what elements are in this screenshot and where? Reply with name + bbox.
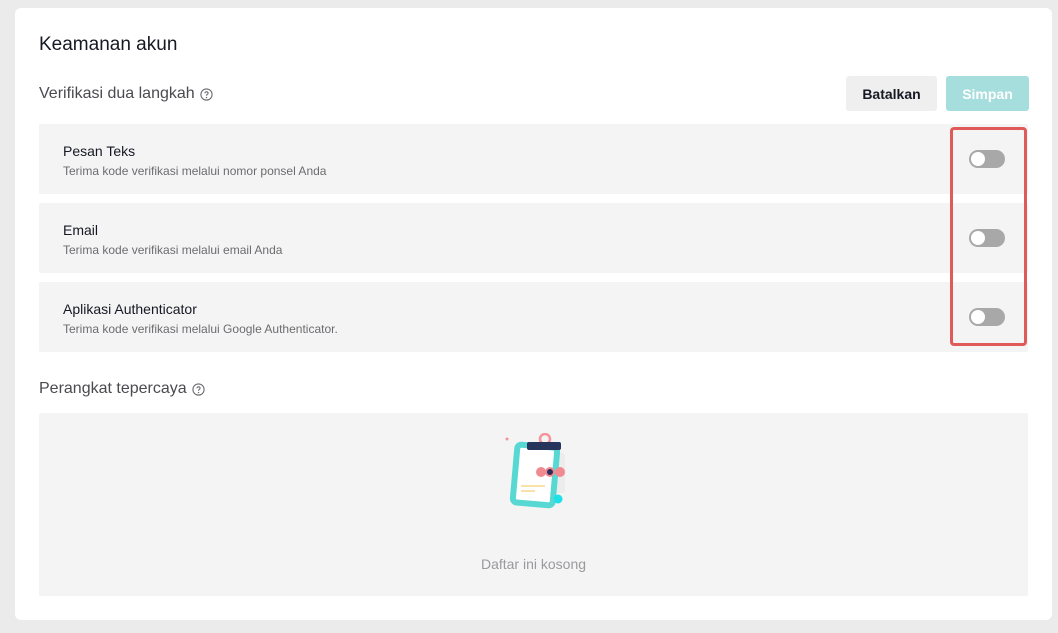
option-row-email: Email Terima kode verifikasi melalui ema… [39,203,1028,273]
two-step-verification-heading: Verifikasi dua langkah [39,85,213,103]
email-toggle[interactable] [969,229,1005,247]
text-message-toggle[interactable] [969,150,1005,168]
empty-clipboard-illustration [494,432,574,518]
question-circle-icon[interactable] [192,382,205,396]
two-step-verification-label: Verifikasi dua langkah [39,85,195,102]
option-title: Pesan Teks [63,143,136,159]
option-description: Terima kode verifikasi melalui Google Au… [63,322,338,336]
empty-state-text: Daftar ini kosong [480,556,587,572]
option-title: Email [63,222,99,238]
save-button[interactable]: Simpan [946,76,1029,111]
cancel-button[interactable]: Batalkan [846,76,937,111]
option-row-text-message: Pesan Teks Terima kode verifikasi melalu… [39,124,1028,194]
toggle-knob [971,152,985,166]
option-title: Aplikasi Authenticator [63,301,197,317]
option-description: Terima kode verifikasi melalui nomor pon… [63,164,327,178]
question-circle-icon[interactable] [200,87,213,101]
account-security-card: Keamanan akun Verifikasi dua langkah Bat… [15,8,1052,620]
option-row-authenticator: Aplikasi Authenticator Terima kode verif… [39,282,1028,352]
option-description: Terima kode verifikasi melalui email And… [63,243,283,257]
trusted-devices-label: Perangkat tepercaya [39,380,187,397]
toggle-knob [971,231,985,245]
authenticator-toggle[interactable] [969,308,1005,326]
trusted-devices-list: Daftar ini kosong [39,413,1028,596]
toggle-knob [971,310,985,324]
trusted-devices-heading: Perangkat tepercaya [39,380,205,398]
page-title: Keamanan akun [39,34,178,55]
